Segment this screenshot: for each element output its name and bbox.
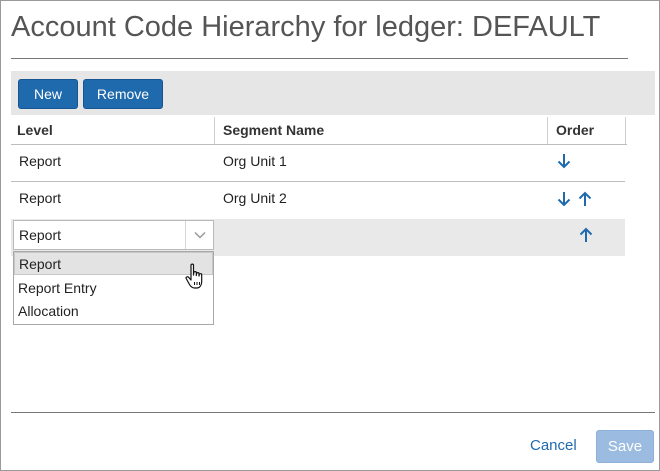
- hand-cursor-icon: [185, 263, 207, 296]
- chevron-down-icon[interactable]: [185, 221, 213, 249]
- title-divider: [11, 58, 628, 59]
- row-2-level: Report: [19, 190, 62, 206]
- arrow-up-icon[interactable]: [579, 227, 593, 243]
- level-dropdown-list: Report Report Entry Allocation: [13, 251, 214, 325]
- new-button[interactable]: New: [18, 79, 78, 109]
- dropdown-option-report-entry[interactable]: Report Entry: [14, 276, 213, 299]
- toolbar: New Remove: [11, 71, 655, 115]
- level-select[interactable]: Report: [13, 220, 214, 250]
- dropdown-option-report[interactable]: Report: [14, 252, 213, 275]
- footer-divider: [11, 412, 655, 413]
- arrow-up-icon[interactable]: [578, 191, 592, 207]
- page-title: Account Code Hierarchy for ledger: DEFAU…: [11, 11, 601, 43]
- row-1-segment-name: Org Unit 1: [223, 153, 287, 169]
- column-divider: [625, 117, 626, 144]
- arrow-down-icon[interactable]: [557, 153, 571, 169]
- arrow-down-icon[interactable]: [557, 191, 571, 207]
- dropdown-option-allocation[interactable]: Allocation: [14, 299, 213, 322]
- row-divider: [11, 181, 625, 182]
- save-button[interactable]: Save: [596, 430, 654, 463]
- row-2-segment-name: Org Unit 2: [223, 190, 287, 206]
- cancel-button[interactable]: Cancel: [530, 437, 577, 454]
- column-header-order[interactable]: Order: [556, 116, 594, 144]
- column-header-level[interactable]: Level: [17, 116, 53, 144]
- dialog-frame: Account Code Hierarchy for ledger: DEFAU…: [0, 0, 660, 471]
- column-divider: [214, 117, 215, 144]
- column-divider: [547, 117, 548, 144]
- column-header-segment-name[interactable]: Segment Name: [223, 116, 324, 144]
- row-1-level: Report: [19, 153, 62, 169]
- header-divider: [11, 144, 627, 145]
- level-select-value: Report: [19, 227, 62, 243]
- remove-button[interactable]: Remove: [83, 79, 163, 109]
